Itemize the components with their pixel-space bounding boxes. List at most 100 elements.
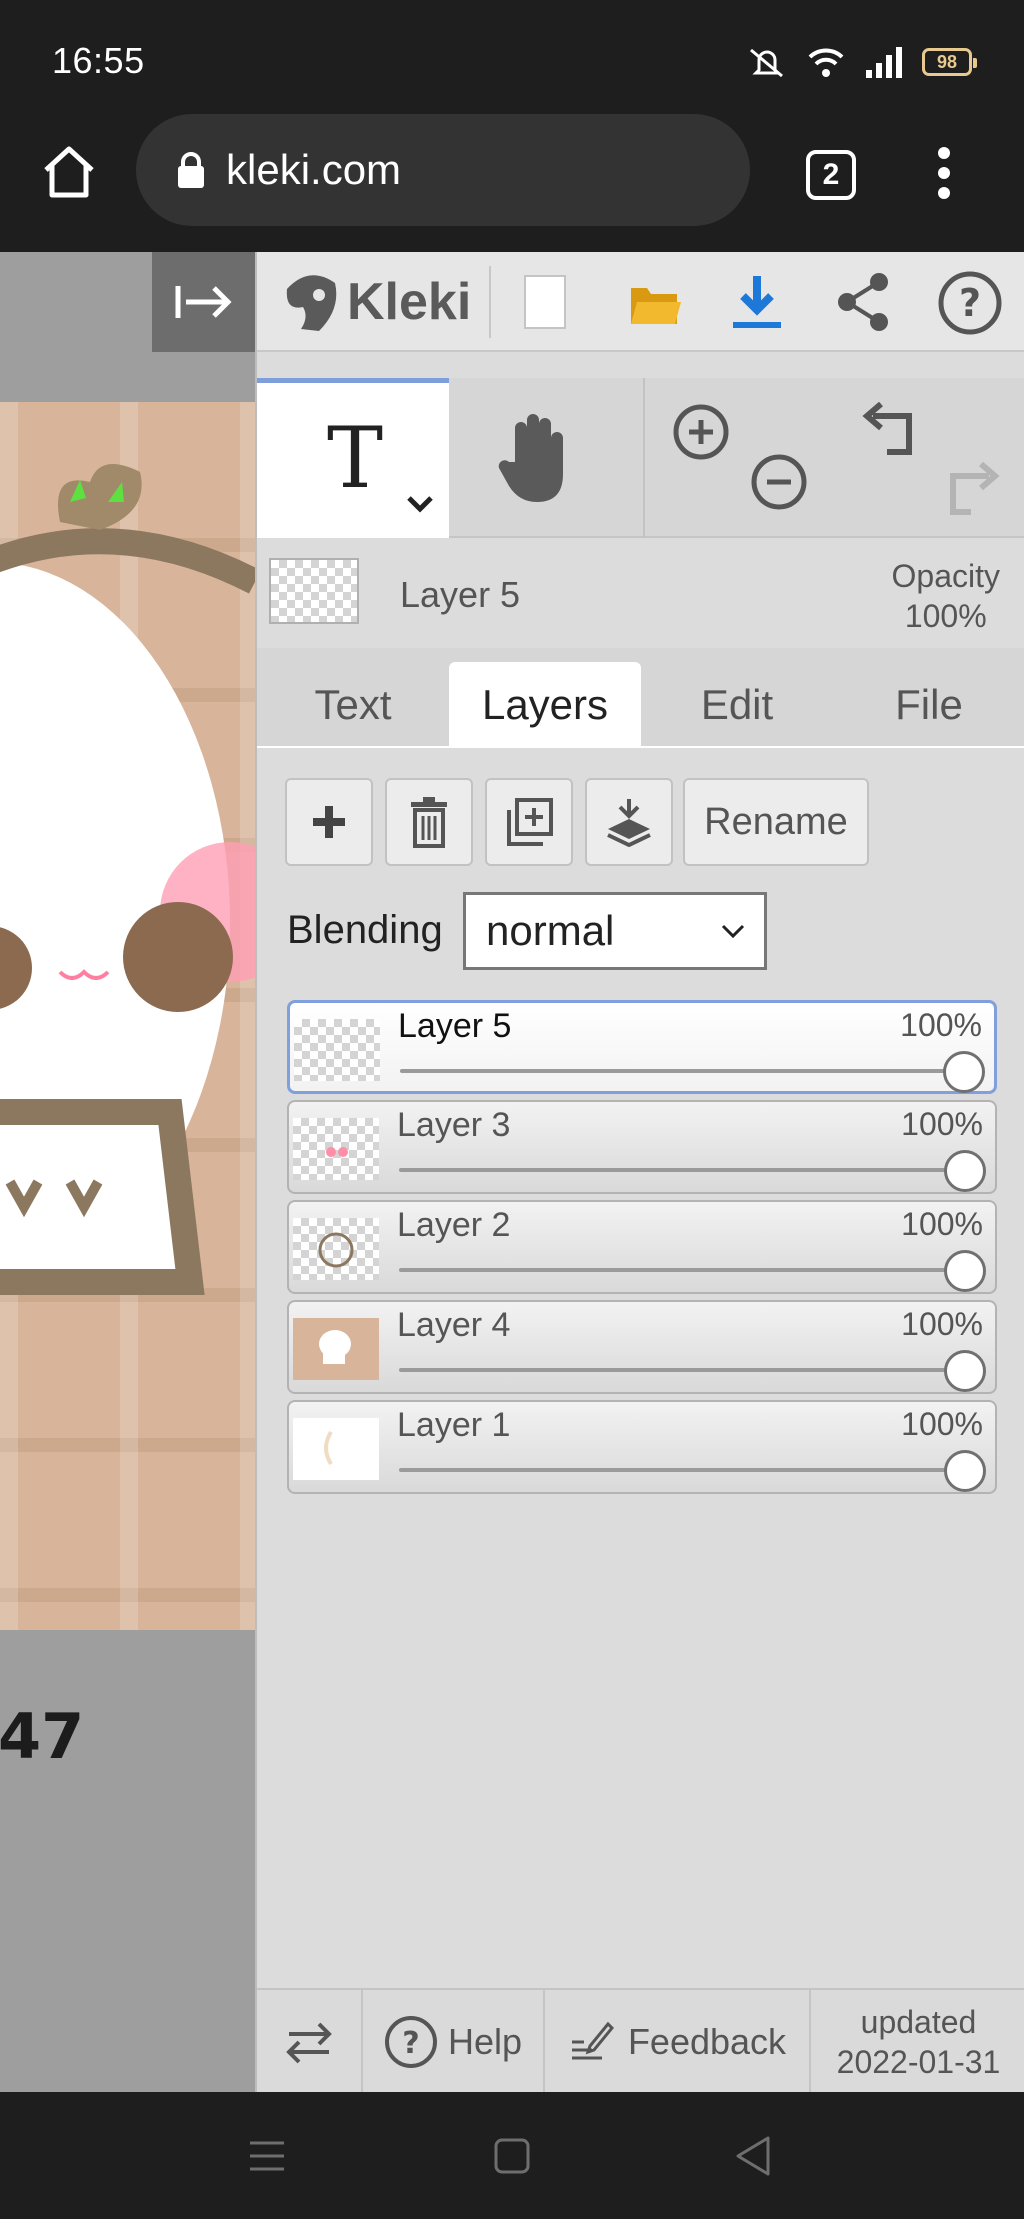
canvas-drawing: [0, 464, 255, 1295]
drawing-canvas[interactable]: 47: [0, 252, 255, 2092]
layer-thumbnail: [293, 1318, 379, 1380]
blending-value: normal: [486, 907, 615, 954]
layer-thumbnail: [293, 1418, 379, 1480]
updated-date: 2022-01-31: [836, 2044, 1001, 2080]
layer-item[interactable]: Layer 5 100%: [287, 1000, 997, 1094]
layer-item[interactable]: Layer 2 100%: [287, 1200, 997, 1294]
tool-row: T: [257, 378, 1024, 538]
redo-icon[interactable]: [941, 462, 1001, 520]
tab-edit[interactable]: Edit: [641, 662, 833, 748]
help-icon[interactable]: ?: [937, 270, 1003, 336]
recents-menu-icon[interactable]: [248, 2140, 286, 2172]
opacity-slider-handle[interactable]: [944, 1450, 986, 1492]
mute-bell-icon: [750, 48, 783, 78]
battery-icon: 98: [922, 48, 977, 76]
tab-switcher-button[interactable]: 2: [806, 150, 856, 200]
current-layer-info: Layer 5 Opacity 100%: [257, 538, 1024, 648]
wifi-icon: [808, 48, 844, 77]
more-menu-icon[interactable]: [934, 146, 954, 200]
opacity-slider-track[interactable]: [399, 1368, 977, 1372]
text-tool-icon: T: [327, 423, 383, 493]
home-nav-icon[interactable]: [494, 2138, 530, 2174]
collapse-panel-button[interactable]: [152, 252, 255, 352]
merge-down-icon: [607, 799, 651, 847]
delete-layer-button[interactable]: [385, 778, 473, 866]
current-layer-thumbnail: [269, 558, 359, 624]
layer-item[interactable]: Layer 3 100%: [287, 1100, 997, 1194]
opacity-slider-handle[interactable]: [944, 1250, 986, 1292]
blending-label: Blending: [287, 908, 443, 952]
kleki-logo[interactable]: Kleki: [279, 266, 492, 338]
panel-footer: ? Help Feedback updated 2022-01-31: [257, 1988, 1024, 2094]
opacity-slider-track[interactable]: [399, 1268, 977, 1272]
app-header: Kleki ?: [257, 252, 1024, 352]
layer-item[interactable]: Layer 4 100%: [287, 1300, 997, 1394]
trash-icon: [411, 797, 447, 848]
download-icon[interactable]: [729, 272, 785, 332]
blending-select[interactable]: normal: [463, 892, 767, 970]
help-label: Help: [447, 2021, 523, 2062]
status-bar: 16:55 98: [0, 0, 1024, 110]
status-time: 16:55: [52, 40, 145, 81]
layer-name: Layer 3: [397, 1106, 511, 1144]
merge-layer-button[interactable]: [585, 778, 673, 866]
updated-info: updated 2022-01-31: [811, 1990, 1024, 2094]
address-bar[interactable]: kleki.com: [136, 114, 750, 226]
home-icon[interactable]: [40, 144, 98, 200]
svg-text:?: ?: [402, 2026, 419, 2061]
opacity-slider-handle[interactable]: [943, 1051, 985, 1093]
open-folder-icon[interactable]: [627, 274, 683, 330]
status-icons: 98: [746, 42, 977, 82]
opacity-slider-handle[interactable]: [944, 1150, 986, 1192]
text-tool-button[interactable]: T: [257, 378, 449, 538]
opacity-slider-track[interactable]: [400, 1069, 976, 1073]
layer-name: Layer 5: [398, 1007, 512, 1045]
tab-text[interactable]: Text: [257, 662, 449, 748]
swap-side-button[interactable]: [257, 1990, 363, 2094]
updated-label: updated: [860, 2004, 977, 2040]
zoom-in-icon[interactable]: [671, 402, 731, 462]
logo-text: Kleki: [347, 273, 472, 331]
svg-text:T: T: [327, 423, 383, 493]
kleki-logo-icon: [286, 275, 337, 331]
duplicate-icon: [507, 798, 553, 846]
svg-text:?: ?: [959, 281, 981, 325]
new-image-icon[interactable]: [523, 274, 567, 330]
layer-thumbnail: [294, 1019, 380, 1081]
back-nav-icon[interactable]: [734, 2136, 772, 2176]
signal-icon: [866, 47, 902, 78]
rename-layer-button[interactable]: Rename: [683, 778, 869, 866]
hand-tool-icon[interactable]: [497, 412, 577, 506]
swap-arrows-icon: [286, 2022, 332, 2064]
add-layer-button[interactable]: [285, 778, 373, 866]
layer-opacity: 100%: [900, 1007, 982, 1043]
lock-icon: [178, 152, 204, 188]
chevron-down-icon[interactable]: [405, 493, 435, 515]
share-icon[interactable]: [835, 272, 891, 332]
opacity-slider-track[interactable]: [399, 1468, 977, 1472]
layer-name: Layer 4: [397, 1306, 511, 1344]
layer-thumbnail: [293, 1118, 379, 1180]
panel-tabs: Text Layers Edit File: [257, 648, 1024, 748]
help-button[interactable]: ? Help: [363, 1990, 545, 2094]
layer-item[interactable]: Layer 1 100%: [287, 1400, 997, 1494]
layer-opacity: 100%: [901, 1106, 983, 1142]
opacity-value: 100%: [904, 598, 987, 634]
opacity-slider-handle[interactable]: [944, 1350, 986, 1392]
feedback-pen-icon: [571, 2021, 614, 2060]
layer-name: Layer 1: [397, 1406, 511, 1444]
duplicate-layer-button[interactable]: [485, 778, 573, 866]
undo-icon[interactable]: [861, 402, 921, 460]
layer-thumbnail: [293, 1218, 379, 1280]
collapse-arrow-icon: [175, 286, 232, 318]
opacity-slider-track[interactable]: [399, 1168, 977, 1172]
browser-toolbar: kleki.com 2: [0, 110, 1024, 252]
layer-opacity: 100%: [901, 1306, 983, 1342]
zoom-out-icon[interactable]: [749, 452, 809, 512]
layer-name: Layer 2: [397, 1206, 511, 1244]
feedback-button[interactable]: Feedback: [545, 1990, 811, 2094]
canvas-text: 47: [0, 1700, 85, 1773]
tab-file[interactable]: File: [833, 662, 1024, 748]
feedback-label: Feedback: [627, 2021, 787, 2062]
tab-layers[interactable]: Layers: [449, 662, 641, 748]
